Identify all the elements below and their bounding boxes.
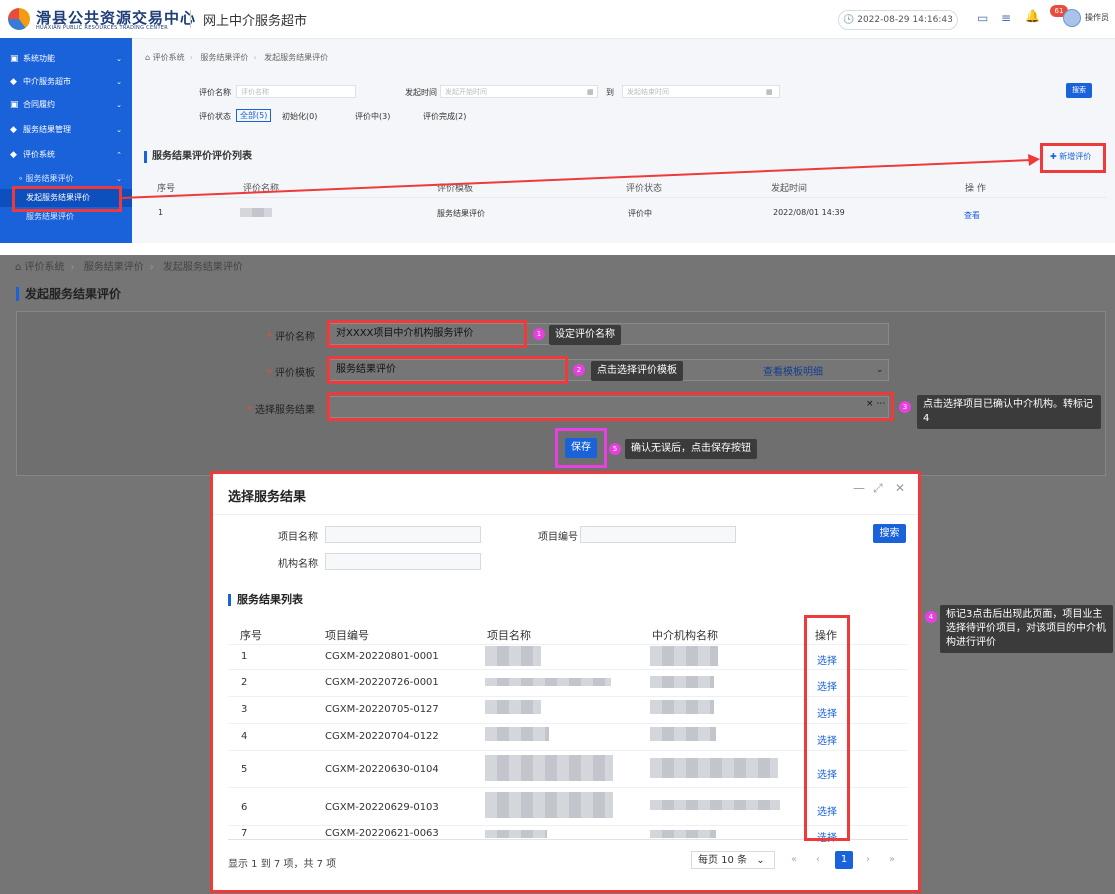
marker-4: 4 (925, 611, 937, 623)
marker-2: 2 (573, 364, 585, 376)
breadcrumb-item[interactable]: 评价系统 (25, 262, 65, 273)
breadcrumb-item[interactable]: 服务结果评价 (84, 262, 144, 273)
tip-4: 标记3点击后出现此页面，项目业主选择待评价项目，对该项目的中介机构进行评价 (940, 605, 1113, 653)
service-result-label: * 选择服务结果 (246, 405, 315, 416)
tip-3: 点击选择项目已确认中介机构。转标记4 (917, 395, 1101, 429)
highlight-eval-template (327, 356, 568, 384)
highlight-service-result (327, 392, 894, 421)
arrow-head (1028, 154, 1040, 166)
highlight-save (555, 428, 607, 468)
highlight-action-column (804, 615, 850, 841)
service-result-label-text: 选择服务结果 (255, 405, 315, 416)
highlight-eval-name (327, 320, 527, 348)
marker-1: 1 (533, 328, 545, 340)
eval-name-label: * 评价名称 (266, 332, 315, 343)
eval-template-label: * 评价模板 (266, 368, 315, 379)
arrow-line (121, 159, 1033, 199)
tip-2: 点击选择评价模板 (591, 361, 683, 381)
marker-3: 3 (899, 401, 911, 413)
page-title: 发起服务结果评价 (16, 287, 121, 301)
eval-name-label-text: 评价名称 (275, 332, 315, 343)
marker-5: 5 (609, 443, 621, 455)
breadcrumb: ⌂ 评价系统 › 服务结果评价 › 发起服务结果评价 (15, 262, 243, 273)
breadcrumb-item: 发起服务结果评价 (162, 262, 243, 273)
annotation-arrow (121, 154, 1040, 199)
chevron-down-icon[interactable]: ⌄ (876, 365, 884, 375)
template-detail-link[interactable]: 查看模板明细 (763, 363, 823, 378)
tip-5: 确认无误后，点击保存按钮 (625, 439, 757, 459)
tip-1: 设定评价名称 (549, 325, 621, 345)
eval-template-label-text: 评价模板 (275, 368, 315, 379)
home-icon: ⌂ (15, 262, 22, 273)
lower-screenshot-panel: ⌂ 评价系统 › 服务结果评价 › 发起服务结果评价 发起服务结果评价 * 评价名称… (0, 255, 1115, 894)
